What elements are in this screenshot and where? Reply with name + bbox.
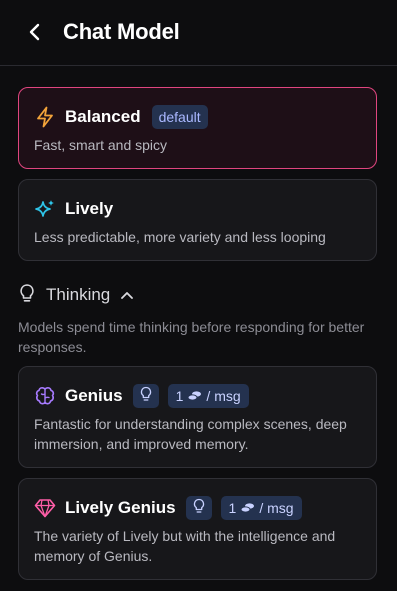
diamond-icon xyxy=(34,497,56,519)
chevron-up-icon xyxy=(120,290,134,300)
section-description: Models spend time thinking before respon… xyxy=(18,319,365,355)
cost-badge: 1 / msg xyxy=(220,496,302,520)
model-description: The variety of Lively but with the intel… xyxy=(34,528,336,564)
coin-stack-icon xyxy=(240,502,255,514)
back-button[interactable] xyxy=(22,21,48,47)
model-description: Less predictable, more variety and less … xyxy=(34,229,326,245)
lightning-icon xyxy=(34,106,56,128)
default-badge: default xyxy=(151,105,208,129)
lightbulb-icon xyxy=(193,498,205,519)
model-name: Balanced xyxy=(65,107,141,126)
model-description: Fast, smart and spicy xyxy=(34,137,168,153)
model-name: Genius xyxy=(65,386,123,405)
chevron-left-icon xyxy=(28,23,42,46)
page-title: Chat Model xyxy=(63,19,180,44)
header-bar: Chat Model xyxy=(0,0,397,66)
cost-amount: 1 xyxy=(175,388,184,404)
model-name: Lively Genius xyxy=(65,498,176,517)
model-description: Fantastic for understanding complex scen… xyxy=(34,416,347,452)
coin-stack-icon xyxy=(187,390,202,402)
cost-badge: 1 / msg xyxy=(167,384,249,408)
model-card-lively[interactable]: Lively Less predictable, more variety an… xyxy=(18,179,377,261)
cost-unit: / msg xyxy=(259,500,294,516)
model-card-balanced[interactable]: Balanced default Fast, smart and spicy xyxy=(18,87,377,169)
model-card-lively-genius[interactable]: Lively Genius 1 / msg The variety of Liv… xyxy=(18,478,377,580)
section-label: Thinking xyxy=(46,285,111,304)
brain-icon xyxy=(34,385,56,407)
thinking-section-toggle[interactable]: Thinking xyxy=(18,283,134,308)
model-name: Lively xyxy=(65,199,114,218)
lightbulb-icon xyxy=(18,283,36,308)
thinking-badge xyxy=(132,384,159,408)
thinking-badge xyxy=(185,496,212,520)
sparkles-icon xyxy=(34,198,56,220)
cost-amount: 1 xyxy=(228,500,237,516)
lightbulb-icon xyxy=(140,386,152,407)
model-card-genius[interactable]: Genius 1 / msg Fantastic for understandi… xyxy=(18,366,377,468)
cost-unit: / msg xyxy=(206,388,241,404)
